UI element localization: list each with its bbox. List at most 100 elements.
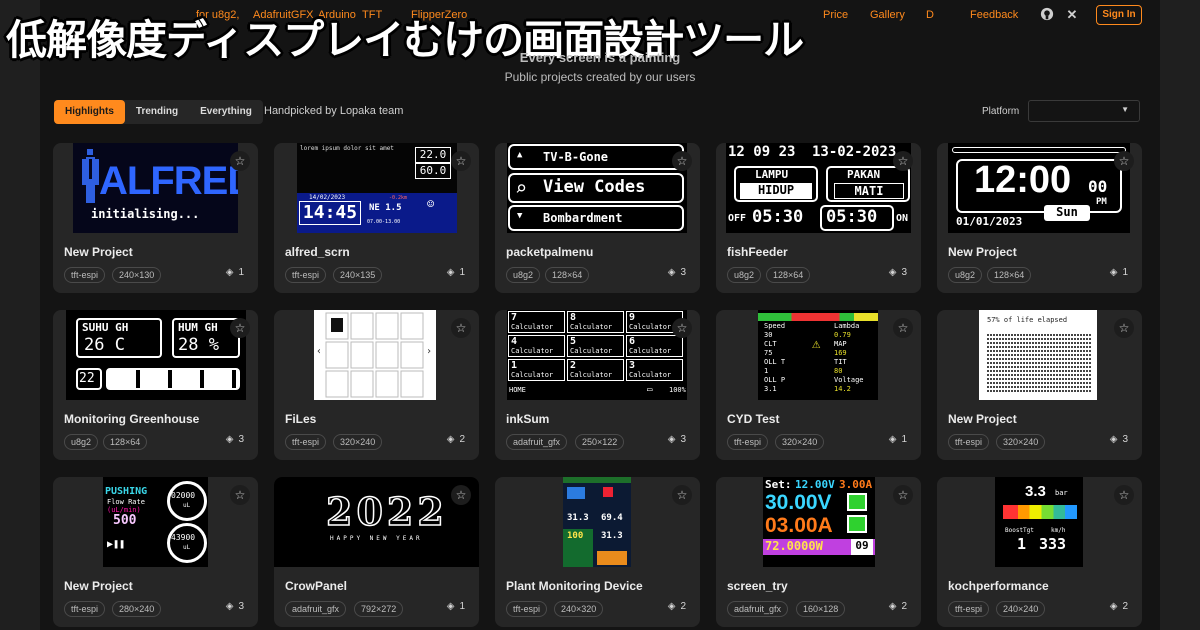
- boost-target-label: BoostTgt: [1005, 527, 1034, 534]
- screen-value-2: 60.0: [415, 163, 451, 179]
- project-title[interactable]: fishFeeder: [727, 245, 788, 259]
- star-icon[interactable]: ☆: [672, 485, 692, 505]
- star-icon[interactable]: ☆: [1114, 151, 1134, 171]
- project-title[interactable]: New Project: [948, 245, 1017, 259]
- clock-seconds: 00: [1088, 177, 1108, 196]
- screen-count-value: 2: [1122, 601, 1128, 612]
- github-icon[interactable]: [1039, 7, 1055, 23]
- screen-count: ◈ 2: [889, 601, 907, 612]
- layers-icon: ◈: [446, 434, 455, 445]
- project-title[interactable]: CYD Test: [727, 412, 779, 426]
- star-icon[interactable]: ☆: [893, 485, 913, 505]
- project-title[interactable]: kochperformance: [948, 579, 1049, 593]
- layers-icon: ◈: [667, 601, 676, 612]
- project-title[interactable]: alfred_scrn: [285, 245, 350, 259]
- project-title[interactable]: Monitoring Greenhouse: [64, 412, 199, 426]
- screen-count-value: 1: [459, 267, 465, 278]
- library-badge: u8g2: [948, 267, 983, 283]
- resolution-badge: 128×64: [766, 267, 811, 283]
- project-title[interactable]: inkSum: [506, 412, 549, 426]
- layers-icon: ◈: [1109, 434, 1118, 445]
- project-card[interactable]: ‹ › ☆ FiLes tft-espi 320×240 ◈ 2: [274, 310, 479, 460]
- gauge-reading: OLL P: [764, 376, 786, 384]
- hum-value: 28 %: [178, 335, 219, 355]
- nav-link-price[interactable]: Price: [823, 9, 848, 21]
- star-icon[interactable]: ☆: [672, 318, 692, 338]
- tab-everything[interactable]: Everything: [189, 100, 263, 124]
- platform-label: Platform: [982, 106, 1020, 117]
- calculator-key-label: Calculator: [511, 371, 554, 379]
- plant-value-c: 100: [567, 531, 584, 541]
- project-card[interactable]: PUSHING Flow Rate (uL/min) 500 ▶❚❚ 02000…: [53, 477, 258, 627]
- screen-logo-text: ALFRED: [99, 159, 238, 203]
- tab-caption: Handpicked by Lopaka team: [264, 105, 404, 117]
- project-title[interactable]: FiLes: [285, 412, 316, 426]
- set-voltage: 12.00V: [795, 478, 835, 491]
- screen-count-value: 3: [901, 267, 907, 278]
- star-icon[interactable]: ☆: [451, 485, 471, 505]
- project-card[interactable]: lorem ipsum dolor sit amet 22.0 60.0 14/…: [274, 143, 479, 293]
- project-card[interactable]: 12 09 23 13-02-2023 LAMPU HIDUP PAKAN MA…: [716, 143, 921, 293]
- gauge-ring-top: [167, 481, 207, 521]
- set-current: 3.00A: [839, 478, 873, 491]
- tab-trending[interactable]: Trending: [125, 100, 189, 124]
- star-icon[interactable]: ☆: [230, 151, 250, 171]
- nav-link-docs[interactable]: D: [926, 9, 934, 21]
- calculator-key: 3 Calculator: [626, 359, 683, 381]
- x-icon[interactable]: ✕: [1064, 7, 1080, 23]
- resolution-badge: 280×240: [112, 601, 162, 617]
- screen-count: ◈ 1: [226, 267, 244, 278]
- battery-label: 100%: [669, 386, 686, 394]
- pump-state: PUSHING: [105, 486, 148, 497]
- project-card[interactable]: Set: 12.00V 3.00A 30.00V 03.00A 72.0000W…: [716, 477, 921, 627]
- star-icon[interactable]: ☆: [1114, 485, 1134, 505]
- project-thumbnail: ‹ ›: [314, 310, 436, 400]
- plant-value-a: 31.3: [567, 513, 589, 523]
- star-icon[interactable]: ☆: [451, 151, 471, 171]
- project-title[interactable]: CrowPanel: [285, 579, 347, 593]
- project-card[interactable]: 7 Calculator 8 Calculator 9 Calculator 4 Calcul…: [495, 310, 700, 460]
- tab-highlights[interactable]: Highlights: [54, 100, 125, 124]
- star-icon[interactable]: ☆: [451, 318, 471, 338]
- star-icon[interactable]: ☆: [672, 151, 692, 171]
- star-icon[interactable]: ☆: [893, 318, 913, 338]
- on-label: ON: [896, 213, 909, 224]
- calculator-key: 1 Calculator: [508, 359, 565, 381]
- number-value: 22: [79, 371, 95, 386]
- project-title[interactable]: New Project: [64, 579, 133, 593]
- gallery-tabs: Highlights Trending Everything: [54, 100, 263, 124]
- platform-select[interactable]: ▼: [1028, 100, 1140, 122]
- star-icon[interactable]: ☆: [230, 318, 250, 338]
- calculator-key-label: Calculator: [511, 323, 554, 331]
- sign-in-button[interactable]: Sign In: [1096, 5, 1142, 25]
- project-card[interactable]: 2022 HAPPY NEW YEAR ☆ CrowPanel adafruit…: [274, 477, 479, 627]
- nav-link-feedback[interactable]: Feedback: [970, 9, 1018, 21]
- library-badge: tft-espi: [285, 267, 327, 283]
- project-card[interactable]: 57% of life elapsed ☆ New Project tft-es…: [937, 310, 1142, 460]
- project-title[interactable]: screen_try: [727, 579, 788, 593]
- project-card[interactable]: 12:00 00 PM 01/01/2023 Sun ☆ New Project…: [937, 143, 1142, 293]
- screen-range: 07.00-13.00: [367, 219, 401, 225]
- project-title[interactable]: packetpalmenu: [506, 245, 593, 259]
- project-card[interactable]: ⚠ Speed 30 CLT 75 OLL T 1 OLL P 3.1 Lambda 0.79 M…: [716, 310, 921, 460]
- star-icon[interactable]: ☆: [230, 485, 250, 505]
- screen-count-value: 2: [459, 434, 465, 445]
- project-title[interactable]: New Project: [948, 412, 1017, 426]
- project-card[interactable]: ALFRED initialising... ☆ New Project tft…: [53, 143, 258, 293]
- project-title[interactable]: New Project: [64, 245, 133, 259]
- project-card[interactable]: 31.3 69.4 100 31.3 ☆ Plant Monitoring De…: [495, 477, 700, 627]
- screen-count-value: 1: [459, 601, 465, 612]
- project-card[interactable]: SUHU GH 26 C HUM GH 28 % 22 ☆ Monitoring…: [53, 310, 258, 460]
- calculator-key-number: 6: [629, 336, 636, 347]
- star-icon[interactable]: ☆: [893, 151, 913, 171]
- resolution-badge: 240×130: [112, 267, 162, 283]
- nav-link-gallery[interactable]: Gallery: [870, 9, 905, 21]
- project-card[interactable]: ▲ TV-B-Gone ⌕ View Codes ▼ Bombardment ☆…: [495, 143, 700, 293]
- project-card[interactable]: 3.3 bar BoostTgt 1 km/h 333 ☆ kochperfor…: [937, 477, 1142, 627]
- calculator-key-label: Calculator: [629, 371, 672, 379]
- feed-label: PAKAN: [847, 168, 881, 181]
- project-title[interactable]: Plant Monitoring Device: [506, 579, 643, 593]
- star-icon[interactable]: ☆: [1114, 318, 1134, 338]
- library-badge: u8g2: [727, 267, 762, 283]
- screen-top-bar: [952, 147, 1126, 153]
